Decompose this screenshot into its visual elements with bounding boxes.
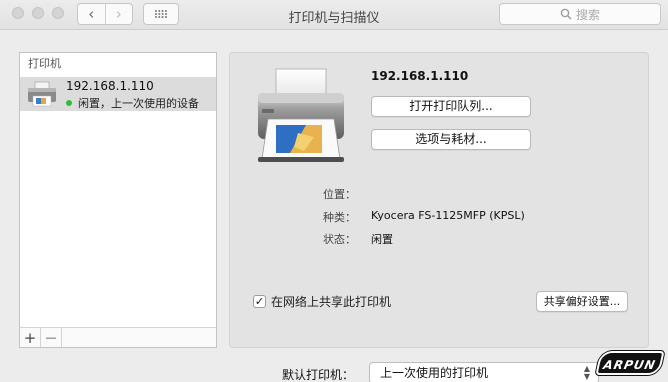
default-printer-value: 上一次使用的打印机 — [380, 366, 489, 380]
kind-value: Kyocera FS-1125MFP (KPSL) — [371, 209, 525, 222]
kind-label: 种类： — [323, 211, 356, 224]
printer-list-item-name: 192.168.1.110 — [66, 79, 154, 93]
printer-list-header: 打印机 — [28, 57, 61, 70]
printer-list-item[interactable]: 192.168.1.110 闲置，上一次使用的设备 — [20, 77, 216, 111]
search-field[interactable]: 搜索 — [499, 3, 661, 25]
minus-icon: — — [45, 331, 57, 344]
plus-icon: + — [23, 328, 37, 347]
status-value: 闲置 — [371, 233, 393, 246]
open-print-queue-button[interactable]: 打开打印队列... — [371, 96, 531, 117]
add-printer-button[interactable]: + — [20, 328, 41, 347]
printer-list-toolbar: + — — [20, 327, 216, 347]
printer-large-icon — [258, 68, 344, 162]
search-icon — [560, 8, 572, 20]
location-label: 位置： — [323, 188, 356, 201]
search-placeholder: 搜索 — [575, 7, 600, 22]
updown-chevron-icon: ▲ ▼ — [583, 364, 591, 381]
options-supplies-button[interactable]: 选项与耗材... — [371, 129, 531, 150]
printer-detail-panel: 192.168.1.110 打开打印队列... 选项与耗材... 位置： 种类：… — [229, 52, 649, 348]
printer-list: 打印机 192.168.1.110 闲置，上一次使用的设备 + — — [19, 52, 217, 348]
default-printer-select[interactable]: 上一次使用的打印机 ▲ ▼ — [369, 362, 599, 382]
title-bar: ‹ › 打印机与扫描仪 搜索 — [0, 0, 668, 30]
share-printer-checkbox[interactable]: ✓ — [253, 295, 266, 308]
checkmark-icon: ✓ — [254, 295, 265, 308]
watermark-logo: ARPUN — [595, 351, 665, 375]
printer-name-heading: 192.168.1.110 — [371, 69, 469, 83]
status-dot-icon — [66, 100, 72, 106]
printer-icon — [28, 81, 56, 107]
printer-list-item-status-text: 闲置，上一次使用的设备 — [78, 97, 199, 110]
status-label: 状态： — [323, 233, 356, 246]
remove-printer-button[interactable]: — — [41, 328, 62, 347]
default-printer-label: 默认打印机： — [282, 368, 355, 382]
share-printer-label: 在网络上共享此打印机 — [271, 295, 392, 309]
share-printer-option[interactable]: ✓ 在网络上共享此打印机 — [253, 293, 391, 310]
sharing-preferences-button[interactable]: 共享偏好设置... — [536, 291, 628, 312]
printer-list-item-status: 闲置，上一次使用的设备 — [66, 95, 199, 111]
